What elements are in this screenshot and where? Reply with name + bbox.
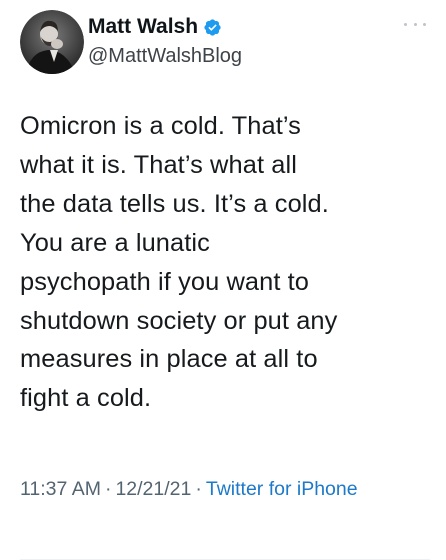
- meta-separator: ·: [104, 478, 112, 500]
- verified-badge-icon: [203, 18, 222, 37]
- dot: [423, 22, 426, 26]
- author-handle[interactable]: @MattWalshBlog: [88, 45, 242, 68]
- author-info: Matt Walsh @MattWalshBlog: [88, 14, 242, 68]
- profile-avatar[interactable]: [20, 10, 84, 74]
- dot: [404, 22, 407, 26]
- tweet-header: Matt Walsh @MattWalshBlog: [20, 10, 430, 76]
- dot: [413, 22, 417, 26]
- tweet-source-link[interactable]: Twitter for iPhone: [206, 478, 358, 500]
- more-options-icon[interactable]: [404, 20, 426, 28]
- tweet-card: Matt Walsh @MattWalshBlog Omicron is a c…: [0, 0, 446, 560]
- tweet-date[interactable]: 12/21/21: [115, 478, 191, 500]
- meta-separator: ·: [195, 478, 202, 500]
- tweet-meta: 11:37 AM · 12/21/21 · Twitter for iPhone: [20, 474, 420, 505]
- name-row: Matt Walsh: [88, 14, 242, 40]
- tweet-text: Omicron is a cold. That’s what it is. Th…: [20, 112, 338, 413]
- author-display-name[interactable]: Matt Walsh: [88, 15, 198, 39]
- tweet-time[interactable]: 11:37 AM: [20, 478, 101, 500]
